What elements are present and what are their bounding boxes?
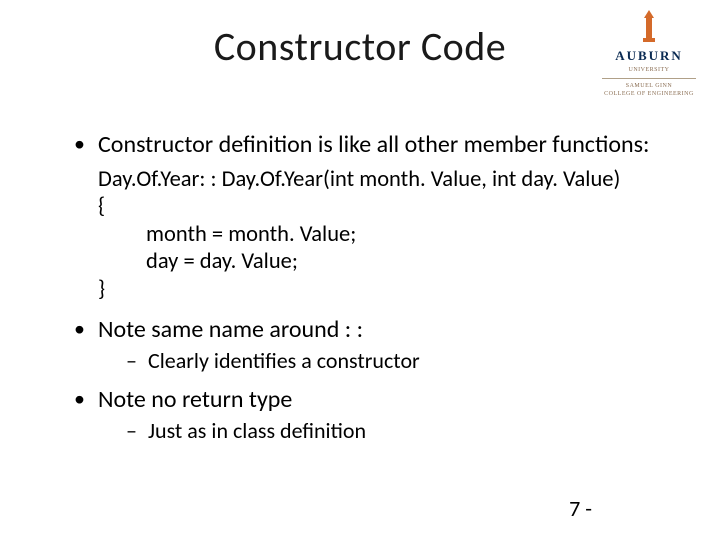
page-number: 7 - [569, 495, 592, 522]
sub-list-3: Just as in class definition [126, 417, 680, 445]
logo-subtext-1: UNIVERSITY [594, 66, 704, 74]
tower-icon [594, 10, 704, 44]
logo-wordmark: AUBURN [594, 47, 704, 65]
logo-subtext-3: COLLEGE OF ENGINEERING [594, 90, 704, 98]
bullet-2: Note same name around : : Clearly identi… [70, 315, 680, 375]
bullet-3-sub: Just as in class definition [126, 417, 680, 445]
code-line-5: } [98, 276, 105, 303]
bullet-2-text: Note same name around : : [98, 315, 363, 344]
code-line-1: Day.Of.Year: : Day.Of.Year(int month. Va… [98, 166, 620, 193]
bullet-3-text: Note no return type [98, 385, 292, 414]
slide: Constructor Code AUBURN UNIVERSITY SAMUE… [0, 0, 720, 540]
slide-body: Constructor definition is like all other… [70, 130, 680, 454]
bullet-3: Note no return type Just as in class def… [70, 385, 680, 445]
code-line-3: month = month. Value; [98, 221, 680, 248]
code-line-2: { [98, 193, 105, 220]
logo-divider [602, 78, 696, 79]
bullet-2-sub: Clearly identifies a constructor [126, 347, 680, 375]
code-block: Day.Of.Year: : Day.Of.Year(int month. Va… [70, 166, 680, 303]
auburn-logo: AUBURN UNIVERSITY SAMUEL GINN COLLEGE OF… [594, 10, 704, 98]
bullet-list-2: Note same name around : : Clearly identi… [70, 315, 680, 444]
code-line-4: day = day. Value; [98, 248, 680, 275]
sub-list-2: Clearly identifies a constructor [126, 347, 680, 375]
bullet-list: Constructor definition is like all other… [70, 130, 680, 160]
logo-subtext-2: SAMUEL GINN [594, 82, 704, 90]
bullet-1: Constructor definition is like all other… [70, 130, 680, 160]
bullet-1-text: Constructor definition is like all other… [98, 130, 649, 159]
